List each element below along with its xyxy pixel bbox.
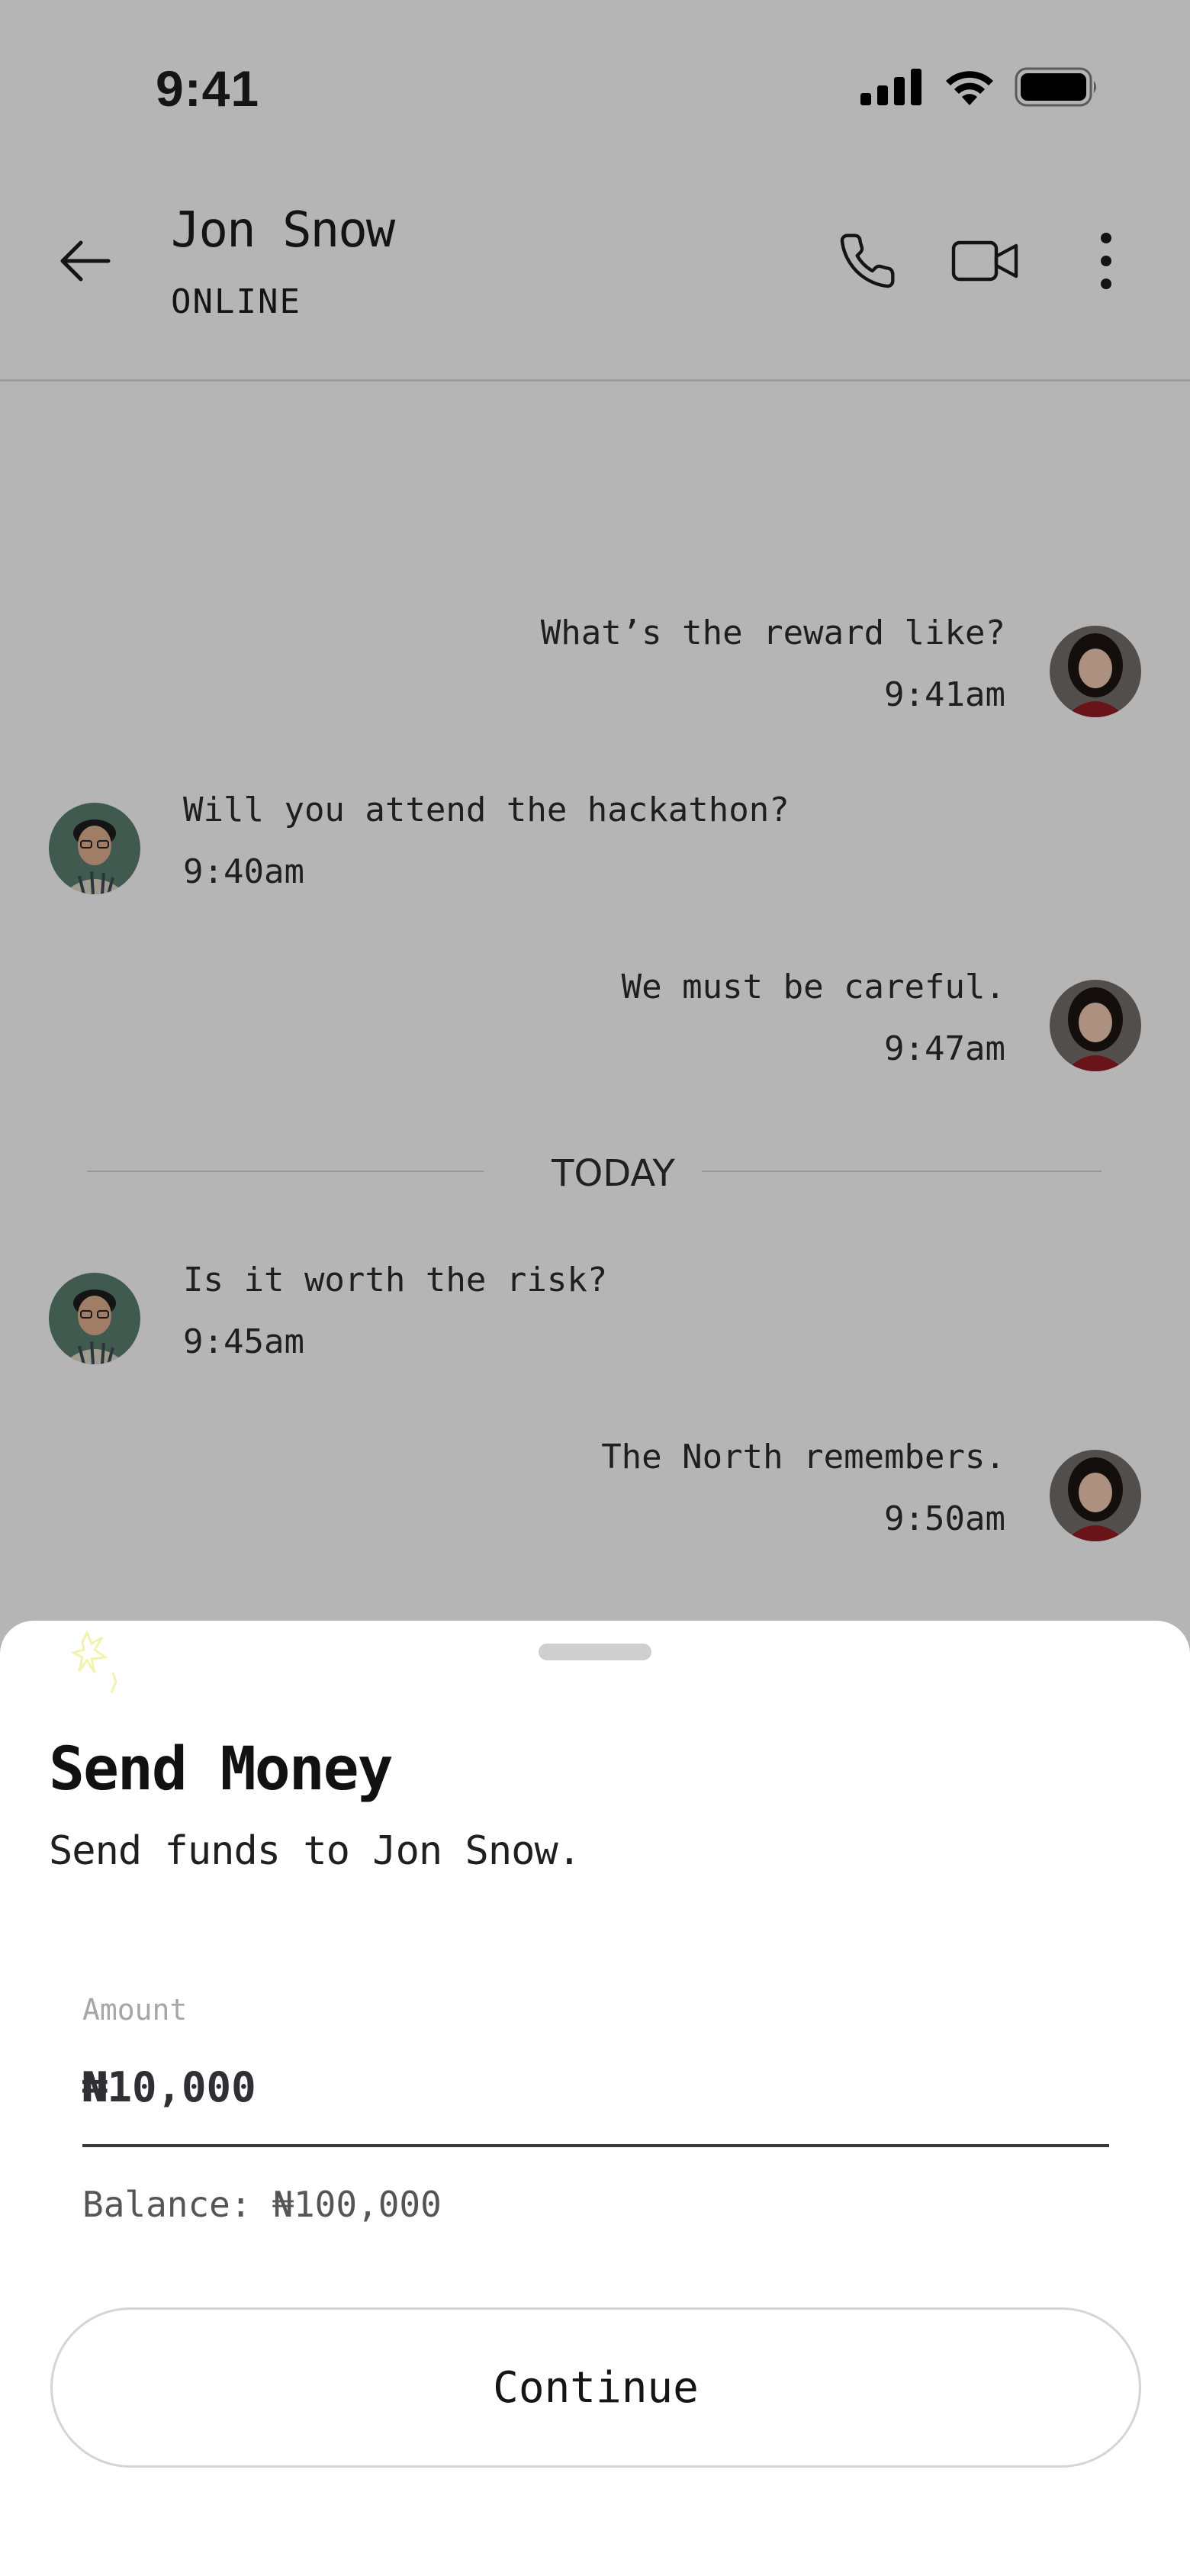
sheet-grabber[interactable] bbox=[539, 1644, 651, 1660]
send-money-sheet: Send Money Send funds to Jon Snow. Amoun… bbox=[0, 1621, 1190, 2576]
continue-button[interactable]: Continue bbox=[50, 2307, 1141, 2468]
amount-input[interactable] bbox=[82, 2063, 1105, 2111]
sparkle-decoration bbox=[72, 1630, 117, 1693]
sheet-subtitle: Send funds to Jon Snow. bbox=[49, 1828, 581, 1874]
balance-text: Balance: ₦100,000 bbox=[82, 2184, 442, 2225]
sheet-title: Send Money bbox=[49, 1735, 394, 1804]
amount-label: Amount bbox=[82, 1993, 188, 2027]
amount-underline bbox=[82, 2144, 1109, 2147]
